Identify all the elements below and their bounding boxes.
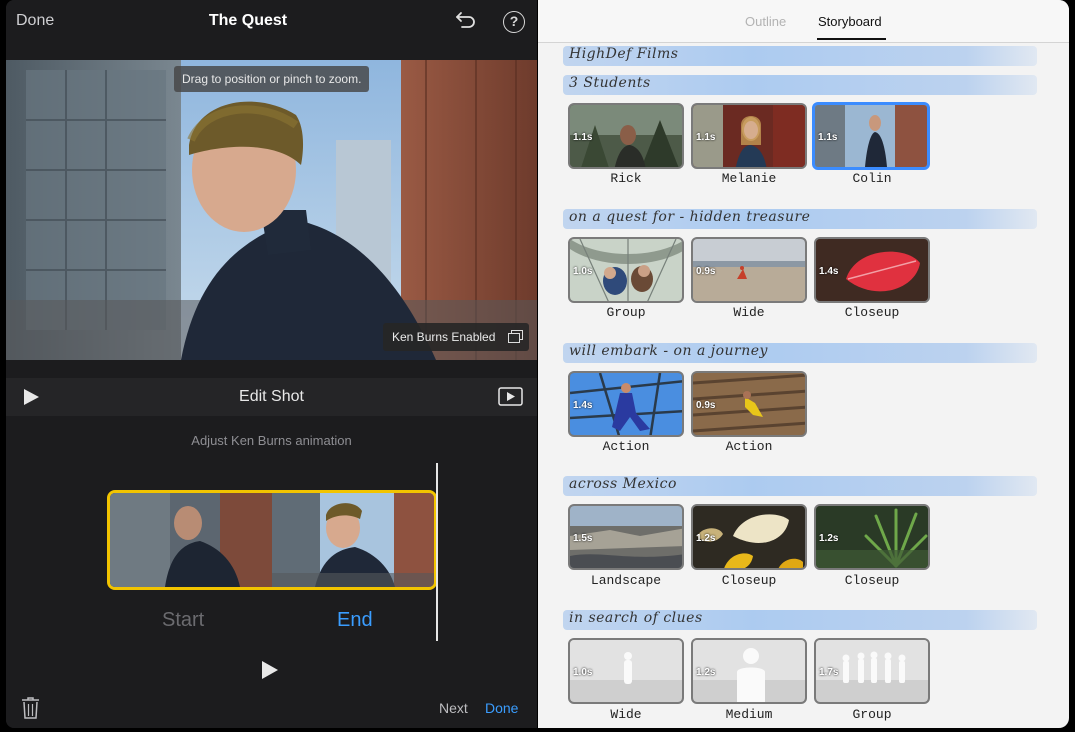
clip-label: Rick [610, 171, 642, 186]
edit-shot-bar: Edit Shot [6, 378, 537, 416]
clip-label: Group [852, 707, 892, 722]
clip-duration: 1.1s [573, 132, 593, 143]
clip-label: Landscape [590, 573, 662, 588]
ken-burns-subtitle: Adjust Ken Burns animation [191, 433, 352, 448]
clip-thumbnail[interactable]: 1.2s [691, 504, 807, 570]
clip-label: Action [725, 439, 773, 454]
ken-burns-icon [508, 330, 523, 343]
video-preview[interactable] [6, 60, 537, 360]
active-tab-indicator [817, 38, 886, 40]
ken-burns-badge-label: Ken Burns Enabled [392, 330, 496, 344]
clip-duration: 1.2s [696, 667, 716, 678]
clip-thumbnail[interactable]: 1.4s [814, 237, 930, 303]
storyboard-heading[interactable]: in search of clues [569, 610, 703, 626]
storyboard-heading[interactable]: will embark - on a journey [569, 343, 768, 359]
clip-duration: 1.5s [573, 533, 593, 544]
play-preview-icon[interactable] [261, 660, 279, 680]
editor-pane: Done The Quest ? Drag to position or pin… [6, 0, 537, 728]
clip-thumbnail[interactable]: 1.1s [691, 103, 807, 169]
playhead[interactable] [436, 463, 438, 641]
storyboard-pane: Outline Storyboard HighDef Films 3 Stude… [538, 0, 1069, 728]
clip-duration: 1.1s [818, 132, 838, 143]
ken-burns-frames [110, 493, 434, 587]
edit-shot-title: Edit Shot [239, 388, 304, 405]
clip-thumbnail[interactable]: 1.0s [568, 237, 684, 303]
clip-duration: 1.1s [696, 132, 716, 143]
tab-outline[interactable]: Outline [745, 14, 786, 29]
clip-label: Medium [725, 707, 773, 722]
clip-thumbnail-selected[interactable]: 1.1s [812, 102, 930, 170]
storyboard-heading[interactable]: HighDef Films [569, 46, 678, 62]
clip-placeholder[interactable]: 1.7s [814, 638, 930, 704]
clip-label: Wide [610, 707, 642, 722]
start-button[interactable]: Start [162, 609, 204, 632]
project-title: The Quest [208, 12, 288, 29]
top-bar: Done The Quest ? [6, 0, 537, 42]
preview-image [6, 60, 537, 360]
trash-icon[interactable] [21, 696, 40, 720]
drag-hint-tooltip: Drag to position or pinch to zoom. [174, 66, 370, 92]
ken-burns-strip[interactable] [107, 490, 437, 590]
clip-label: Group [606, 305, 646, 320]
bottom-bar: Next Done [6, 690, 537, 728]
clip-label: Action [602, 439, 650, 454]
clip-duration: 1.0s [573, 266, 593, 277]
clip-label: Closeup [844, 573, 900, 588]
clip-duration: 1.2s [696, 533, 716, 544]
clip-thumbnail[interactable]: 1.1s [568, 103, 684, 169]
clip-label: Wide [733, 305, 765, 320]
tab-storyboard[interactable]: Storyboard [818, 14, 882, 29]
clip-duration: 1.4s [819, 266, 839, 277]
clip-placeholder[interactable]: 1.2s [691, 638, 807, 704]
clip-duration: 1.0s [573, 667, 593, 678]
clip-thumbnail[interactable]: 0.9s [691, 371, 807, 437]
clip-duration: 1.7s [819, 667, 839, 678]
clip-label: Closeup [844, 305, 900, 320]
storyboard-heading[interactable]: across Mexico [569, 476, 677, 492]
storyboard-heading[interactable]: on a quest for - hidden treasure [569, 209, 810, 225]
undo-icon[interactable] [454, 8, 478, 32]
storyboard-heading[interactable]: 3 Students [569, 75, 651, 91]
clip-thumbnail[interactable]: 1.2s [814, 504, 930, 570]
ken-burns-badge[interactable]: Ken Burns Enabled [383, 323, 529, 351]
done-button[interactable]: Done [485, 700, 518, 716]
view-tabs: Outline Storyboard [538, 0, 1069, 43]
fullscreen-preview-icon[interactable] [498, 387, 523, 406]
clip-thumbnail[interactable]: 0.9s [691, 237, 807, 303]
end-button[interactable]: End [337, 609, 373, 632]
clip-thumbnail[interactable]: 1.4s [568, 371, 684, 437]
end-frame [272, 493, 434, 587]
clip-thumbnail[interactable]: 1.5s [568, 504, 684, 570]
clip-duration: 0.9s [696, 266, 716, 277]
clip-duration: 1.4s [573, 400, 593, 411]
clip-label: Closeup [721, 573, 777, 588]
start-frame [110, 493, 272, 587]
clip-label: Colin [852, 171, 892, 186]
clip-duration: 1.2s [819, 533, 839, 544]
clip-label: Melanie [721, 171, 777, 186]
clip-duration: 0.9s [696, 400, 716, 411]
help-icon[interactable]: ? [503, 11, 525, 33]
next-button[interactable]: Next [439, 700, 468, 716]
clip-placeholder[interactable]: 1.0s [568, 638, 684, 704]
